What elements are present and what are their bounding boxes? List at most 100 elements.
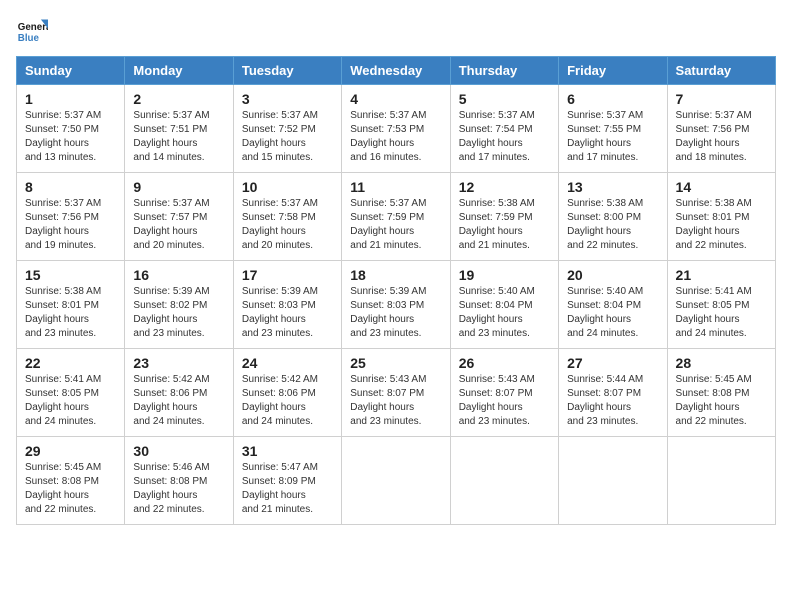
day-info: Sunrise: 5:37 AMSunset: 7:58 PMDaylight … — [242, 197, 333, 253]
day-number: 11 — [350, 179, 441, 195]
calendar-week-row-4: 22 Sunrise: 5:41 AMSunset: 8:05 PMDayligh… — [17, 349, 776, 437]
col-header-monday: Monday — [125, 57, 233, 85]
calendar-cell: 4 Sunrise: 5:37 AMSunset: 7:53 PMDaylight… — [342, 85, 450, 173]
day-number: 9 — [133, 179, 224, 195]
calendar-table: SundayMondayTuesdayWednesdayThursdayFrid… — [16, 56, 776, 525]
calendar-cell: 29 Sunrise: 5:45 AMSunset: 8:08 PMDayligh… — [17, 437, 125, 525]
day-number: 19 — [459, 267, 550, 283]
day-info: Sunrise: 5:45 AMSunset: 8:08 PMDaylight … — [676, 373, 767, 429]
calendar-cell: 12 Sunrise: 5:38 AMSunset: 7:59 PMDayligh… — [450, 173, 558, 261]
day-number: 21 — [676, 267, 767, 283]
day-info: Sunrise: 5:41 AMSunset: 8:05 PMDaylight … — [25, 373, 116, 429]
logo: General Blue — [16, 16, 52, 48]
calendar-cell: 16 Sunrise: 5:39 AMSunset: 8:02 PMDayligh… — [125, 261, 233, 349]
calendar-cell: 6Sunrise: 5:37 AMSunset: 7:55 PMDaylight… — [559, 85, 667, 173]
calendar-cell: 8 Sunrise: 5:37 AMSunset: 7:56 PMDaylight… — [17, 173, 125, 261]
calendar-cell: 22 Sunrise: 5:41 AMSunset: 8:05 PMDayligh… — [17, 349, 125, 437]
day-number: 8 — [25, 179, 116, 195]
logo-icon: General Blue — [16, 16, 48, 48]
calendar-cell — [342, 437, 450, 525]
day-info: Sunrise: 5:42 AMSunset: 8:06 PMDaylight … — [242, 373, 333, 429]
day-number: 5 — [459, 91, 550, 107]
calendar-cell: 26 Sunrise: 5:43 AMSunset: 8:07 PMDayligh… — [450, 349, 558, 437]
day-number: 30 — [133, 443, 224, 459]
day-number: 2 — [133, 91, 224, 107]
calendar-cell: 20Sunrise: 5:40 AMSunset: 8:04 PMDayligh… — [559, 261, 667, 349]
day-info: Sunrise: 5:38 AMSunset: 7:59 PMDaylight … — [459, 197, 550, 253]
day-info: Sunrise: 5:40 AMSunset: 8:04 PMDaylight … — [459, 285, 550, 341]
day-info: Sunrise: 5:39 AMSunset: 8:03 PMDaylight … — [350, 285, 441, 341]
calendar-cell — [559, 437, 667, 525]
day-info: Sunrise: 5:37 AMSunset: 7:51 PMDaylight … — [133, 109, 224, 165]
day-number: 6 — [567, 91, 658, 107]
calendar-cell: 19 Sunrise: 5:40 AMSunset: 8:04 PMDayligh… — [450, 261, 558, 349]
day-info: Sunrise: 5:44 AMSunset: 8:07 PMDaylight … — [567, 373, 658, 429]
calendar-cell: 24 Sunrise: 5:42 AMSunset: 8:06 PMDayligh… — [233, 349, 341, 437]
day-info: Sunrise: 5:43 AMSunset: 8:07 PMDaylight … — [459, 373, 550, 429]
calendar-cell: 10 Sunrise: 5:37 AMSunset: 7:58 PMDayligh… — [233, 173, 341, 261]
day-number: 23 — [133, 355, 224, 371]
day-info: Sunrise: 5:38 AMSunset: 8:01 PMDaylight … — [676, 197, 767, 253]
day-number: 17 — [242, 267, 333, 283]
day-number: 28 — [676, 355, 767, 371]
col-header-wednesday: Wednesday — [342, 57, 450, 85]
col-header-saturday: Saturday — [667, 57, 775, 85]
day-info: Sunrise: 5:37 AMSunset: 7:56 PMDaylight … — [676, 109, 767, 165]
day-info: Sunrise: 5:46 AMSunset: 8:08 PMDaylight … — [133, 461, 224, 517]
day-info: Sunrise: 5:37 AMSunset: 7:59 PMDaylight … — [350, 197, 441, 253]
calendar-cell — [667, 437, 775, 525]
calendar-cell: 28 Sunrise: 5:45 AMSunset: 8:08 PMDayligh… — [667, 349, 775, 437]
day-number: 4 — [350, 91, 441, 107]
day-number: 1 — [25, 91, 116, 107]
day-number: 18 — [350, 267, 441, 283]
day-info: Sunrise: 5:47 AMSunset: 8:09 PMDaylight … — [242, 461, 333, 517]
day-number: 24 — [242, 355, 333, 371]
calendar-cell: 25 Sunrise: 5:43 AMSunset: 8:07 PMDayligh… — [342, 349, 450, 437]
day-info: Sunrise: 5:37 AMSunset: 7:53 PMDaylight … — [350, 109, 441, 165]
day-info: Sunrise: 5:39 AMSunset: 8:02 PMDaylight … — [133, 285, 224, 341]
day-info: Sunrise: 5:45 AMSunset: 8:08 PMDaylight … — [25, 461, 116, 517]
day-number: 13 — [567, 179, 658, 195]
day-number: 27 — [567, 355, 658, 371]
day-info: Sunrise: 5:43 AMSunset: 8:07 PMDaylight … — [350, 373, 441, 429]
day-info: Sunrise: 5:37 AMSunset: 7:52 PMDaylight … — [242, 109, 333, 165]
calendar-cell: 1 Sunrise: 5:37 AMSunset: 7:50 PMDaylight… — [17, 85, 125, 173]
day-number: 7 — [676, 91, 767, 107]
day-info: Sunrise: 5:38 AMSunset: 8:01 PMDaylight … — [25, 285, 116, 341]
header: General Blue — [16, 16, 776, 48]
day-number: 3 — [242, 91, 333, 107]
day-number: 29 — [25, 443, 116, 459]
day-info: Sunrise: 5:37 AMSunset: 7:56 PMDaylight … — [25, 197, 116, 253]
col-header-tuesday: Tuesday — [233, 57, 341, 85]
day-info: Sunrise: 5:37 AMSunset: 7:54 PMDaylight … — [459, 109, 550, 165]
svg-text:General: General — [18, 22, 48, 33]
calendar-cell: 5 Sunrise: 5:37 AMSunset: 7:54 PMDaylight… — [450, 85, 558, 173]
day-info: Sunrise: 5:38 AMSunset: 8:00 PMDaylight … — [567, 197, 658, 253]
day-number: 25 — [350, 355, 441, 371]
day-number: 10 — [242, 179, 333, 195]
day-number: 22 — [25, 355, 116, 371]
day-info: Sunrise: 5:37 AMSunset: 7:57 PMDaylight … — [133, 197, 224, 253]
calendar-cell: 11 Sunrise: 5:37 AMSunset: 7:59 PMDayligh… — [342, 173, 450, 261]
calendar-week-row-5: 29 Sunrise: 5:45 AMSunset: 8:08 PMDayligh… — [17, 437, 776, 525]
day-number: 16 — [133, 267, 224, 283]
calendar-cell: 23 Sunrise: 5:42 AMSunset: 8:06 PMDayligh… — [125, 349, 233, 437]
calendar-cell: 27 Sunrise: 5:44 AMSunset: 8:07 PMDayligh… — [559, 349, 667, 437]
day-number: 20 — [567, 267, 658, 283]
calendar-cell: 14Sunrise: 5:38 AMSunset: 8:01 PMDayligh… — [667, 173, 775, 261]
calendar-cell: 13 Sunrise: 5:38 AMSunset: 8:00 PMDayligh… — [559, 173, 667, 261]
day-number: 31 — [242, 443, 333, 459]
day-info: Sunrise: 5:37 AMSunset: 7:50 PMDaylight … — [25, 109, 116, 165]
col-header-sunday: Sunday — [17, 57, 125, 85]
calendar-cell: 15Sunrise: 5:38 AMSunset: 8:01 PMDayligh… — [17, 261, 125, 349]
day-number: 26 — [459, 355, 550, 371]
day-number: 12 — [459, 179, 550, 195]
calendar-cell: 7 Sunrise: 5:37 AMSunset: 7:56 PMDaylight… — [667, 85, 775, 173]
calendar-cell: 18 Sunrise: 5:39 AMSunset: 8:03 PMDayligh… — [342, 261, 450, 349]
day-info: Sunrise: 5:42 AMSunset: 8:06 PMDaylight … — [133, 373, 224, 429]
col-header-thursday: Thursday — [450, 57, 558, 85]
day-info: Sunrise: 5:41 AMSunset: 8:05 PMDaylight … — [676, 285, 767, 341]
calendar-week-row-3: 15Sunrise: 5:38 AMSunset: 8:01 PMDayligh… — [17, 261, 776, 349]
day-info: Sunrise: 5:39 AMSunset: 8:03 PMDaylight … — [242, 285, 333, 341]
calendar-cell: 2 Sunrise: 5:37 AMSunset: 7:51 PMDaylight… — [125, 85, 233, 173]
